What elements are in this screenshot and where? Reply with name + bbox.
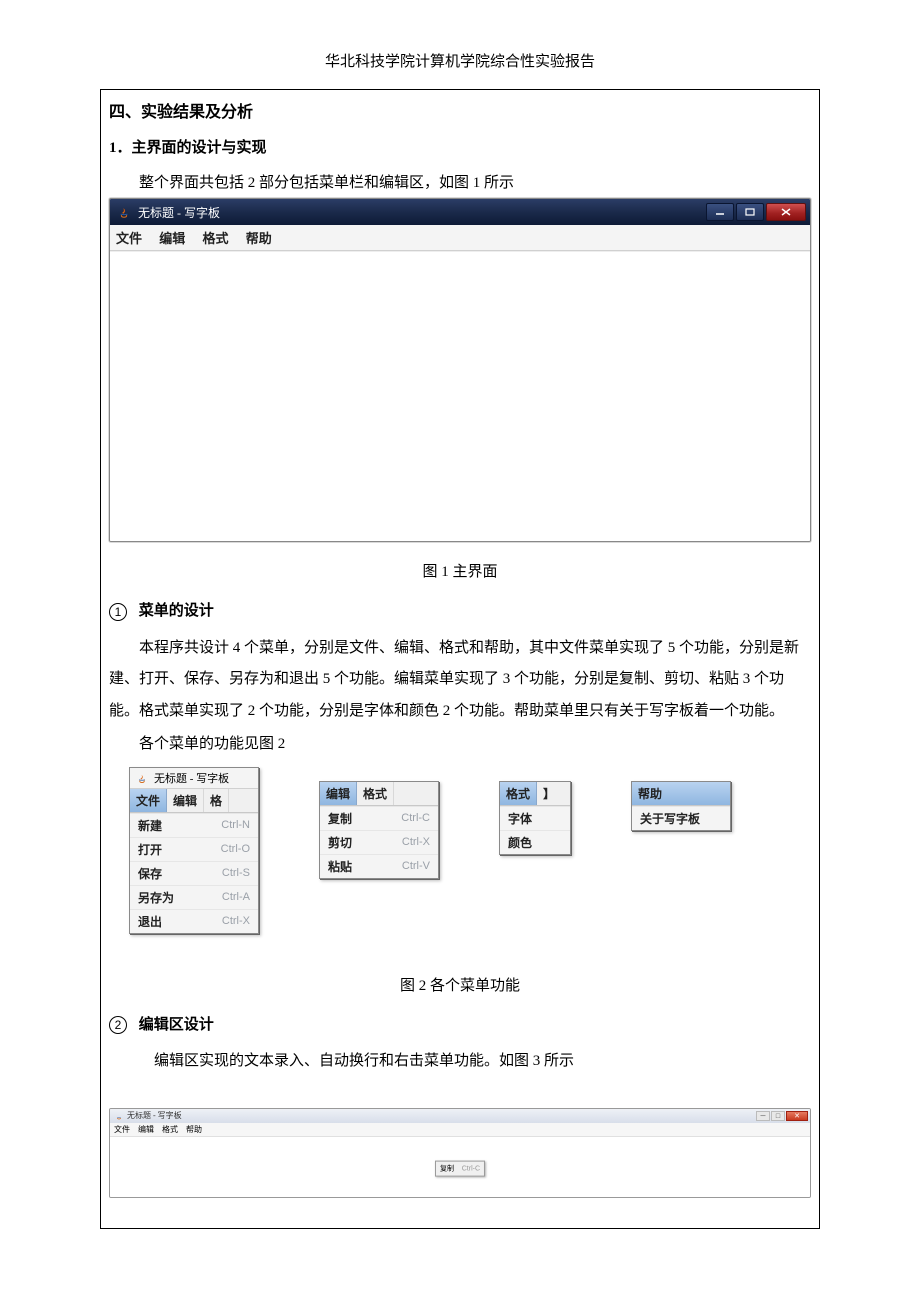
format-menu-item-font[interactable]: 字体 [500,806,570,830]
format-menu-item-font-label: 字体 [508,810,532,827]
circled-2-icon: 2 [109,1016,127,1034]
file-menu-item-exit-shortcut: Ctrl-X [222,915,250,927]
file-menu-item-save[interactable]: 保存 Ctrl-S [130,861,258,885]
file-menu-item-save-shortcut: Ctrl-S [222,867,250,879]
file-menu-panel: 无标题 - 写字板 文件 编辑 格 新建 Ctrl-N 打开 Ctrl-O 保存… [129,767,259,934]
maximize-button[interactable] [736,203,764,221]
file-menu-item-new[interactable]: 新建 Ctrl-N [130,813,258,837]
close-button[interactable] [766,203,806,221]
file-menu-item-save-label: 保存 [138,865,162,882]
file-menu-item-new-shortcut: Ctrl-N [221,819,250,831]
help-menu-panel: 帮助 关于写字板 [631,781,731,831]
paragraph-editor-design: 编辑区实现的文本录入、自动换行和右击菜单功能。如图 3 所示 [109,1046,811,1078]
java-icon [116,204,132,220]
figure-3-editor-area[interactable]: 复制 Ctrl-C [110,1137,810,1197]
file-menu-item-exit[interactable]: 退出 Ctrl-X [130,909,258,933]
circled-1-icon: 1 [109,603,127,621]
figure-1-titlebar: 无标题 - 写字板 [110,199,810,225]
file-menu-tabs: 文件 编辑 格 [130,789,258,813]
figure-1-caption: 图 1 主界面 [109,560,811,581]
subsection-1-title: 1．主界面的设计与实现 [109,136,811,157]
edit-menu-item-copy-shortcut: Ctrl-C [401,812,430,824]
file-menu-item-open-label: 打开 [138,841,162,858]
format-menu-item-color-label: 颜色 [508,834,532,851]
help-menu-tab-help[interactable]: 帮助 [632,782,730,805]
close-button[interactable]: ✕ [786,1111,808,1121]
format-menu-panel: 格式 】 字体 颜色 [499,781,571,855]
figure-1-window-buttons [706,203,806,221]
format-menu-tab-next[interactable]: 】 [537,782,549,805]
format-menu-item-color[interactable]: 颜色 [500,830,570,854]
intro-paragraph-1: 整个界面共包括 2 部分包括菜单栏和编辑区，如图 1 所示 [109,171,811,192]
menu-help[interactable]: 帮助 [246,231,272,246]
file-menu-tab-file[interactable]: 文件 [130,789,167,812]
file-menu-panel-title: 无标题 - 写字板 [130,768,258,789]
figure-2-caption: 图 2 各个菜单功能 [109,974,811,995]
file-menu-item-saveas[interactable]: 另存为 Ctrl-A [130,885,258,909]
format-menu-tabs: 格式 】 [500,782,570,806]
figure-3-window: 无标题 - 写字板 ─ □ ✕ 文件 编辑 格式 帮助 复制 Ctrl-C [109,1108,811,1198]
figure-2-menus-row: 无标题 - 写字板 文件 编辑 格 新建 Ctrl-N 打开 Ctrl-O 保存… [129,767,811,934]
figure-1-window-title: 无标题 - 写字板 [138,204,220,221]
file-menu-item-exit-label: 退出 [138,913,162,930]
context-menu[interactable]: 复制 Ctrl-C [435,1160,485,1176]
figure-1-title-left: 无标题 - 写字板 [116,204,220,221]
paragraph-see-fig2: 各个菜单的功能见图 2 [109,729,811,761]
page-header: 华北科技学院计算机学院综合性实验报告 [0,0,920,89]
java-icon [134,770,150,786]
maximize-button[interactable]: □ [771,1111,785,1121]
file-menu-item-saveas-label: 另存为 [138,889,174,906]
heading-editor-design-label: 编辑区设计 [139,1016,214,1033]
edit-menu-item-paste[interactable]: 粘贴 Ctrl-V [320,854,438,878]
edit-menu-tab-format[interactable]: 格式 [357,782,394,805]
figure-3-window-title: 无标题 - 写字板 [127,1110,182,1121]
heading-menu-design: 1 菜单的设计 [109,599,811,621]
file-menu-item-open-shortcut: Ctrl-O [221,843,250,855]
figure-1-menubar: 文件 编辑 格式 帮助 [110,225,810,251]
help-menu-item-about-label: 关于写字板 [640,810,700,827]
help-menu-item-about[interactable]: 关于写字板 [632,806,730,830]
file-menu-panel-title-text: 无标题 - 写字板 [154,770,229,786]
edit-menu-item-cut[interactable]: 剪切 Ctrl-X [320,830,438,854]
menu-format[interactable]: 格式 [162,1125,178,1134]
edit-menu-item-paste-label: 粘贴 [328,858,352,875]
file-menu-item-new-label: 新建 [138,817,162,834]
minimize-button[interactable] [706,203,734,221]
context-menu-copy-label: 复制 [440,1164,454,1172]
file-menu-tab-format[interactable]: 格 [204,789,229,812]
edit-menu-item-copy[interactable]: 复制 Ctrl-C [320,806,438,830]
menu-file[interactable]: 文件 [116,231,142,246]
menu-file[interactable]: 文件 [114,1125,130,1134]
edit-menu-item-paste-shortcut: Ctrl-V [402,860,430,872]
heading-menu-design-label: 菜单的设计 [139,602,214,619]
context-menu-copy-shortcut: Ctrl-C [462,1165,480,1172]
file-menu-item-open[interactable]: 打开 Ctrl-O [130,837,258,861]
edit-menu-item-cut-shortcut: Ctrl-X [402,836,430,848]
heading-editor-design: 2 编辑区设计 [109,1013,811,1035]
page-frame: 四、实验结果及分析 1．主界面的设计与实现 整个界面共包括 2 部分包括菜单栏和… [100,89,820,1229]
menu-edit[interactable]: 编辑 [159,231,185,246]
format-menu-tab-format[interactable]: 格式 [500,782,537,805]
file-menu-item-saveas-shortcut: Ctrl-A [222,891,250,903]
edit-menu-item-copy-label: 复制 [328,810,352,827]
edit-menu-tab-edit[interactable]: 编辑 [320,782,357,805]
menu-help[interactable]: 帮助 [186,1125,202,1134]
edit-menu-panel: 编辑 格式 复制 Ctrl-C 剪切 Ctrl-X 粘贴 Ctrl-V [319,781,439,879]
section-4-title: 四、实验结果及分析 [109,98,811,122]
figure-3-menubar: 文件 编辑 格式 帮助 [110,1123,810,1137]
paragraph-menu-design: 本程序共设计 4 个菜单，分别是文件、编辑、格式和帮助，其中文件菜单实现了 5 … [109,633,811,728]
figure-1-editor-area[interactable] [110,251,810,541]
menu-format[interactable]: 格式 [203,231,229,246]
figure-3-window-buttons: ─ □ ✕ [756,1111,808,1121]
menu-edit[interactable]: 编辑 [138,1125,154,1134]
figure-3-titlebar: 无标题 - 写字板 ─ □ ✕ [110,1109,810,1123]
java-icon [114,1111,124,1121]
edit-menu-item-cut-label: 剪切 [328,834,352,851]
minimize-button[interactable]: ─ [756,1111,770,1121]
edit-menu-tabs: 编辑 格式 [320,782,438,806]
help-menu-tabs: 帮助 [632,782,730,806]
figure-1-window: 无标题 - 写字板 文件 编辑 格式 帮助 [109,198,811,542]
file-menu-tab-edit[interactable]: 编辑 [167,789,204,812]
